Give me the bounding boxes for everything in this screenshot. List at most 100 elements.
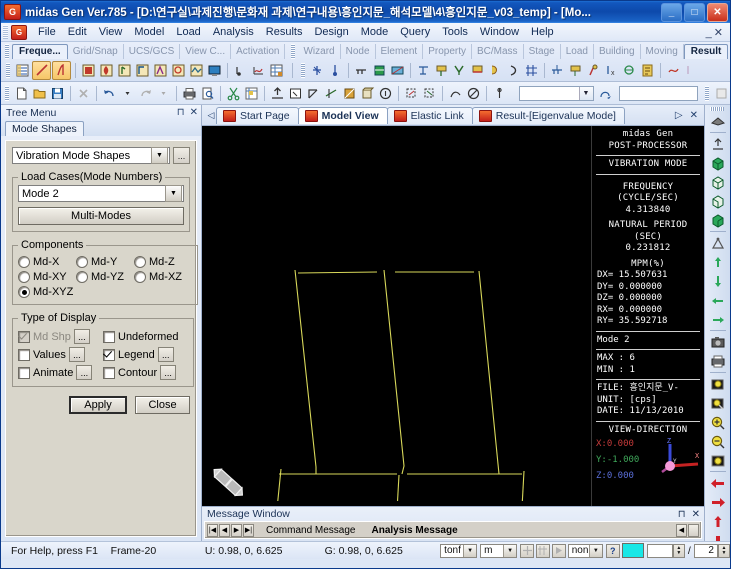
dynamic-report-icon[interactable] — [232, 62, 249, 79]
radio-indicator[interactable] — [134, 271, 146, 283]
std-grip[interactable] — [5, 85, 9, 101]
toolbar-tab-3[interactable]: Property — [423, 44, 472, 59]
message-nav-0[interactable]: |◀ — [207, 523, 218, 537]
intersect-select-icon[interactable] — [323, 85, 340, 102]
story-result-icon[interactable] — [567, 62, 584, 79]
toolbar-combo-2[interactable] — [618, 85, 698, 101]
std-grip-right[interactable] — [705, 85, 709, 101]
multi-modes-button[interactable]: Multi-Modes — [18, 207, 184, 225]
mass-icon[interactable] — [469, 62, 486, 79]
icon-grip-right[interactable] — [301, 62, 305, 78]
apply-button[interactable]: Apply — [69, 396, 127, 414]
toolbar-tab-4[interactable]: BC/Mass — [472, 44, 524, 59]
x-result-icon[interactable]: x — [603, 62, 620, 79]
panel-close-icon[interactable]: ✕ — [190, 107, 198, 118]
menu-mode[interactable]: Mode — [355, 25, 395, 39]
message-scroll-left[interactable]: ◀ — [676, 523, 687, 537]
message-scroll-right[interactable] — [688, 523, 699, 537]
rotate-right-icon[interactable] — [708, 310, 727, 328]
color-swatch[interactable] — [621, 543, 644, 558]
toolbar-grip-right[interactable] — [291, 44, 296, 59]
doc-tab-model-view[interactable]: Model View — [297, 106, 388, 124]
open-folder-icon[interactable] — [31, 85, 48, 102]
plate-force-icon[interactable] — [170, 62, 187, 79]
beam-stress-icon[interactable] — [152, 62, 169, 79]
drift-result-icon[interactable] — [585, 62, 602, 79]
mode-shape-wave-icon[interactable] — [52, 60, 71, 80]
pin-icon[interactable]: ⊓ — [177, 107, 185, 118]
select-icon[interactable] — [243, 85, 260, 102]
menu-view[interactable]: View — [93, 25, 129, 39]
link-result-icon[interactable] — [665, 62, 682, 79]
velocity-icon[interactable] — [433, 62, 450, 79]
checkbox-indicator[interactable] — [18, 366, 30, 379]
page-total-spinner[interactable]: ▲ ▼ — [717, 543, 730, 558]
checkbox-indicator[interactable] — [103, 330, 115, 343]
doc-tab-result-eigenvalue-mode[interactable]: Result-[Eigenvalue Mode] — [471, 106, 625, 124]
chevron-down-icon[interactable]: ▼ — [165, 185, 182, 202]
moment-icon[interactable] — [505, 62, 522, 79]
checkbox-contour[interactable]: Contour — [103, 366, 157, 379]
mdi-close-icon[interactable]: ✕ — [714, 27, 725, 39]
redo-dropdown-icon[interactable] — [155, 85, 172, 102]
radio-indicator[interactable] — [18, 271, 30, 283]
menu-drag-grip[interactable] — [3, 25, 8, 39]
left-view-icon[interactable] — [708, 192, 727, 210]
toolbar-tab-8[interactable]: Moving — [641, 44, 684, 59]
print-icon[interactable] — [181, 85, 198, 102]
menu-model[interactable]: Model — [128, 25, 170, 39]
checkbox-animate[interactable]: Animate — [18, 366, 73, 379]
plane-select-icon[interactable] — [341, 85, 358, 102]
deform-shape-icon[interactable] — [80, 62, 97, 79]
options-button-values[interactable]: ... — [68, 347, 85, 362]
menu-help[interactable]: Help — [525, 25, 560, 39]
next-select-icon[interactable] — [421, 85, 438, 102]
toolbar-tab-5[interactable]: Stage — [524, 44, 561, 59]
menu-file[interactable]: File — [32, 25, 62, 39]
print-screen-icon[interactable] — [708, 352, 727, 370]
message-tab-command-message[interactable]: Command Message — [258, 525, 363, 536]
options-button-contour[interactable]: ... — [160, 365, 177, 380]
menu-edit[interactable]: Edit — [62, 25, 93, 39]
print-preview-icon[interactable] — [199, 85, 216, 102]
toolbar-tab-0[interactable]: Wizard — [298, 44, 341, 59]
menu-tools[interactable]: Tools — [436, 25, 474, 39]
report-icon[interactable] — [639, 62, 656, 79]
export-icon[interactable] — [269, 85, 286, 102]
frequency-table-icon[interactable] — [14, 62, 31, 79]
toolbar-tab-1[interactable]: Node — [341, 44, 376, 59]
zoom-in-icon[interactable] — [708, 413, 727, 431]
undo-dropdown-icon[interactable] — [119, 85, 136, 102]
snapshot-icon[interactable] — [708, 333, 727, 351]
unselect-icon[interactable] — [465, 85, 482, 102]
displacement-icon[interactable] — [415, 62, 432, 79]
options-button-legend[interactable]: ... — [157, 347, 174, 362]
toolbar-tab-2[interactable]: Element — [376, 44, 424, 59]
options-button-md-shp[interactable]: ... — [73, 329, 90, 344]
message-pin-icon[interactable]: ⊓ — [678, 509, 686, 520]
polygon-select-icon[interactable] — [305, 85, 322, 102]
volume-select-icon[interactable] — [359, 85, 376, 102]
chevron-down-icon[interactable]: ▼ — [578, 86, 593, 100]
toolbar-tab-9[interactable]: Result — [683, 44, 729, 59]
mesh-icon[interactable] — [523, 62, 540, 79]
icon-grip-left[interactable] — [6, 62, 10, 78]
undo-icon[interactable] — [101, 85, 118, 102]
message-nav-3[interactable]: ▶| — [243, 523, 254, 537]
force-unit-select[interactable]: tonf ▼ — [440, 543, 478, 558]
menu-design[interactable]: Design — [308, 25, 354, 39]
radio-indicator[interactable] — [76, 271, 88, 283]
close-panel-button[interactable]: Close — [135, 396, 190, 414]
radio-md-xz[interactable]: Md-XZ — [134, 271, 192, 283]
mode-number-select[interactable]: Mode 2 ▼ — [18, 185, 184, 202]
toolbar-tab-4[interactable]: Activation — [231, 44, 286, 59]
page-current-field[interactable] — [646, 543, 673, 558]
render-icon[interactable] — [708, 112, 727, 130]
tab-mode-shapes[interactable]: Mode Shapes — [5, 121, 84, 136]
checkbox-values[interactable]: Values — [18, 348, 66, 361]
radio-indicator[interactable] — [76, 256, 88, 268]
iso-view-icon[interactable] — [708, 154, 727, 172]
checkbox-undeformed[interactable]: Undeformed — [103, 330, 179, 343]
pan-right-icon[interactable] — [708, 493, 727, 511]
section-result-icon[interactable] — [549, 62, 566, 79]
